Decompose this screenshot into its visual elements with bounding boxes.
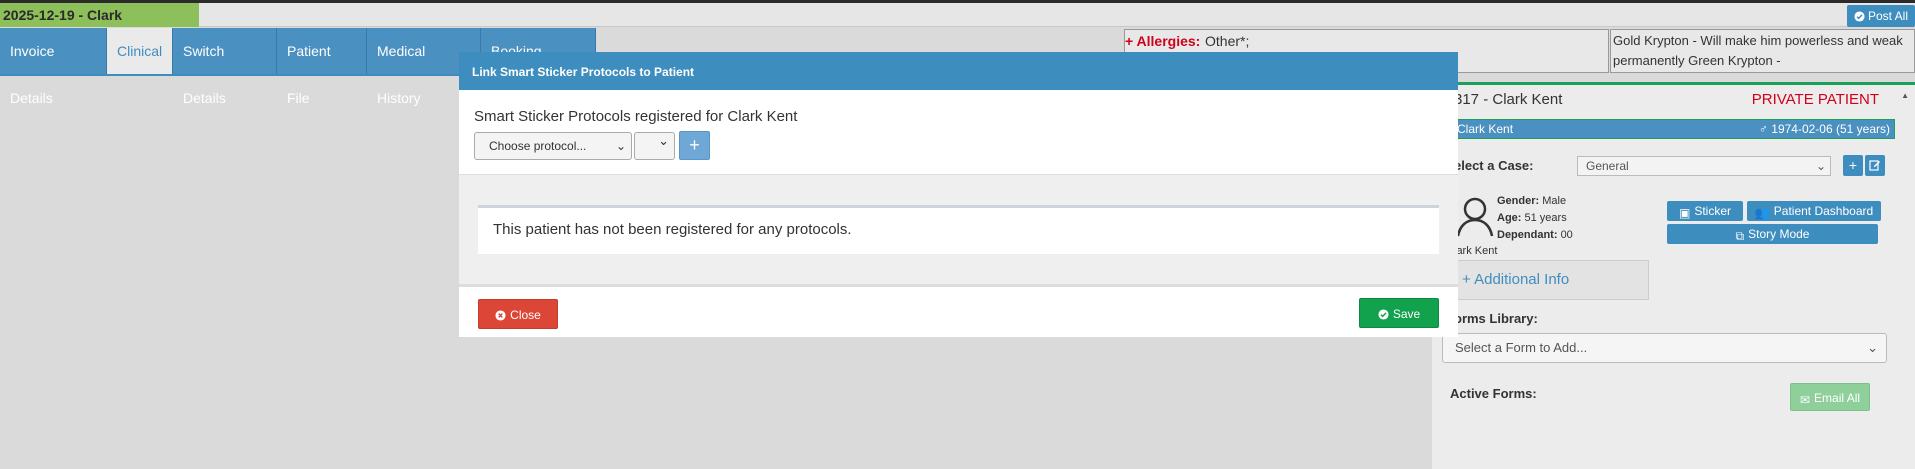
scroll-up-icon[interactable]: ▲ — [1901, 91, 1909, 100]
chevron-down-icon: ⌄ — [1815, 159, 1826, 173]
add-protocol-button[interactable]: + — [679, 131, 710, 160]
tab-invoice-details[interactable]: Invoice Details — [0, 28, 107, 106]
modal-title: Link Smart Sticker Protocols to Patient — [459, 52, 1458, 90]
patient-name: lark Kent — [1454, 245, 1498, 257]
post-all-button[interactable]: Post All — [1847, 5, 1915, 27]
forms-select[interactable]: Select a Form to Add... ⌄ — [1442, 333, 1887, 363]
patient-panel: 317 - Clark Kent PRIVATE PATIENT ▲ Clark… — [1432, 82, 1915, 469]
chevron-down-icon: ⌄ — [615, 139, 626, 153]
protocol-select[interactable]: Choose protocol... ⌄ — [474, 132, 632, 160]
story-mode-button[interactable]: ⧉ Story Mode — [1667, 224, 1878, 244]
email-all-button[interactable]: ✉ Email All — [1790, 383, 1870, 411]
patient-bar-dob: ♂ 1974-02-06 (51 years) — [1758, 122, 1890, 136]
story-icon: ⧉ — [1735, 229, 1745, 243]
case-label: elect a Case: — [1454, 158, 1534, 173]
dependant-value: 00 — [1560, 229, 1573, 241]
sticker-button[interactable]: ▣ Sticker — [1667, 201, 1743, 221]
tab-switch-details[interactable]: Switch Details — [173, 28, 277, 106]
patient-type: PRIVATE PATIENT — [1751, 91, 1879, 108]
allergy-label: + Allergies: — [1125, 33, 1201, 49]
patient-notes: Gold Krypton - Will make him powerless a… — [1610, 29, 1915, 73]
patient-dashboard-button[interactable]: 👥 Patient Dashboard — [1747, 201, 1881, 221]
save-button[interactable]: Save — [1359, 298, 1439, 328]
top-bar — [0, 3, 1915, 27]
invoice-title: 2025-12-19 - Clark — [0, 3, 199, 27]
patient-bar-name: Clark Kent — [1457, 122, 1514, 136]
chevron-down-icon: ⌄ — [658, 133, 669, 148]
protocol-list-area: This patient has not been registered for… — [459, 174, 1458, 284]
chevron-down-icon: ⌄ — [1867, 340, 1878, 355]
edit-icon — [1869, 160, 1880, 171]
check-circle-icon — [1378, 309, 1389, 320]
age-value: 51 years — [1524, 212, 1567, 224]
patient-info: Gender: Male Age: 51 years Dependant: 00 — [1497, 195, 1573, 241]
male-icon: ♂ — [1758, 122, 1768, 136]
additional-info-toggle[interactable]: + Additional Info — [1449, 260, 1649, 300]
modal-heading: Smart Sticker Protocols registered for C… — [474, 108, 798, 125]
modal-footer: Close Save — [459, 284, 1458, 337]
patient-bar: Clark Kent ♂ 1974-02-06 (51 years) — [1452, 119, 1895, 139]
link-protocol-modal: Link Smart Sticker Protocols to Patient … — [459, 52, 1458, 337]
allergy-value: Other*; — [1205, 33, 1250, 49]
forms-library-label: orms Library: — [1454, 311, 1538, 326]
post-all-label: Post All — [1867, 9, 1909, 23]
case-select[interactable]: General ⌄ — [1577, 156, 1831, 176]
patient-title: 317 - Clark Kent — [1454, 91, 1563, 108]
avatar-icon — [1456, 197, 1494, 237]
protocol-option-select[interactable]: ⌄ — [634, 132, 675, 160]
close-circle-icon — [495, 310, 506, 321]
envelope-icon: ✉ — [1799, 393, 1811, 407]
empty-state-message: This patient has not been registered for… — [478, 205, 1439, 254]
tab-patient-file[interactable]: Patient File — [277, 28, 367, 106]
active-forms-label: Active Forms: — [1450, 386, 1537, 401]
users-icon: 👥 — [1754, 206, 1770, 220]
tab-clinical[interactable]: Clinical — [107, 28, 173, 75]
edit-case-button[interactable] — [1865, 155, 1885, 176]
gender-value: Male — [1542, 195, 1567, 207]
add-case-button[interactable]: + — [1843, 155, 1863, 176]
sticker-icon: ▣ — [1678, 206, 1691, 220]
close-button[interactable]: Close — [478, 299, 558, 329]
check-circle-icon — [1854, 11, 1865, 22]
